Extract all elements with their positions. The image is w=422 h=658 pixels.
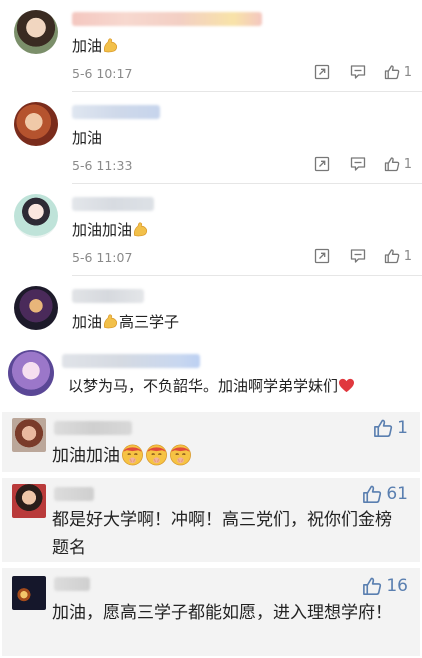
avatar[interactable] [14,286,58,330]
avatar[interactable] [12,418,46,452]
like-count: 1 [403,156,412,172]
share-icon[interactable] [314,248,330,264]
comment-text: 加油，愿高三学子都能如愿，进入理想学府！ [52,603,392,623]
comment-text: 以梦为马，不负韶华。加油啊学弟学妹们 [68,375,355,396]
hot-comment-card: 61 都是好大学啊！冲啊！高三党们，祝你们金榜题名 [2,478,420,562]
comment-item: 加油加油 5-6 11:07 1 [0,184,422,276]
like-button[interactable]: 61 [362,484,408,504]
flexed-biceps-icon [102,313,119,330]
like-count: 1 [403,64,412,80]
avatar[interactable] [14,102,58,146]
like-button[interactable]: 1 [384,156,412,172]
hot-comment-card: 16 加油，愿高三学子都能如愿，进入理想学府！ [2,568,420,656]
comment-icon[interactable] [350,248,366,264]
avatar[interactable] [14,10,58,54]
comment-timestamp: 5-6 11:07 [72,250,133,265]
comment-icon[interactable] [350,64,366,80]
like-count: 61 [386,484,408,504]
username-redacted[interactable] [54,421,132,435]
like-button[interactable]: 1 [384,64,412,80]
thumbs-up-icon [373,418,393,438]
flexed-biceps-icon [102,37,119,54]
comment-text: 加油加油 [72,219,149,240]
flexed-biceps-icon [132,221,149,238]
shushing-face-icon [169,443,192,466]
shushing-face-icon [145,443,168,466]
like-button[interactable]: 1 [384,248,412,264]
like-count: 1 [397,418,408,438]
comment-text: 加油 [72,129,103,147]
username-redacted[interactable] [72,12,262,26]
thumbs-up-icon [384,248,400,264]
comment-text: 加油加油 [52,442,406,470]
comment-text: 都是好大学啊！冲啊！高三党们，祝你们金榜题名 [52,510,392,558]
like-button[interactable]: 1 [373,418,408,438]
comment-text: 加油 [72,35,119,56]
like-button[interactable]: 16 [362,576,408,596]
username-redacted[interactable] [62,354,200,368]
shushing-face-icon [121,443,144,466]
share-icon[interactable] [314,64,330,80]
thumbs-up-icon [384,64,400,80]
hot-comment-card: 1 加油加油 [2,412,420,472]
comment-item: 加油 5-6 11:33 1 [0,92,422,184]
comment-timestamp: 5-6 10:17 [72,66,133,81]
username-redacted[interactable] [54,487,94,501]
comment-item: 加油 高三学子 [0,276,422,342]
avatar[interactable] [8,350,54,396]
avatar[interactable] [14,194,58,238]
like-count: 1 [403,248,412,264]
comment-timestamp: 5-6 11:33 [72,158,133,173]
comment-icon[interactable] [350,156,366,172]
avatar[interactable] [12,484,46,518]
username-redacted[interactable] [54,577,90,591]
comment-item: 加油 5-6 10:17 1 [0,0,422,92]
username-redacted[interactable] [72,197,154,211]
username-redacted[interactable] [72,289,144,303]
thumbs-up-icon [362,576,382,596]
red-heart-icon [338,378,355,393]
thumbs-up-icon [362,484,382,504]
thumbs-up-icon [384,156,400,172]
username-redacted[interactable] [72,105,160,119]
avatar[interactable] [12,576,46,610]
like-count: 16 [386,576,408,596]
comment-item: 以梦为马，不负韶华。加油啊学弟学妹们 [0,342,422,408]
comment-text: 加油 高三学子 [72,313,180,331]
share-icon[interactable] [314,156,330,172]
